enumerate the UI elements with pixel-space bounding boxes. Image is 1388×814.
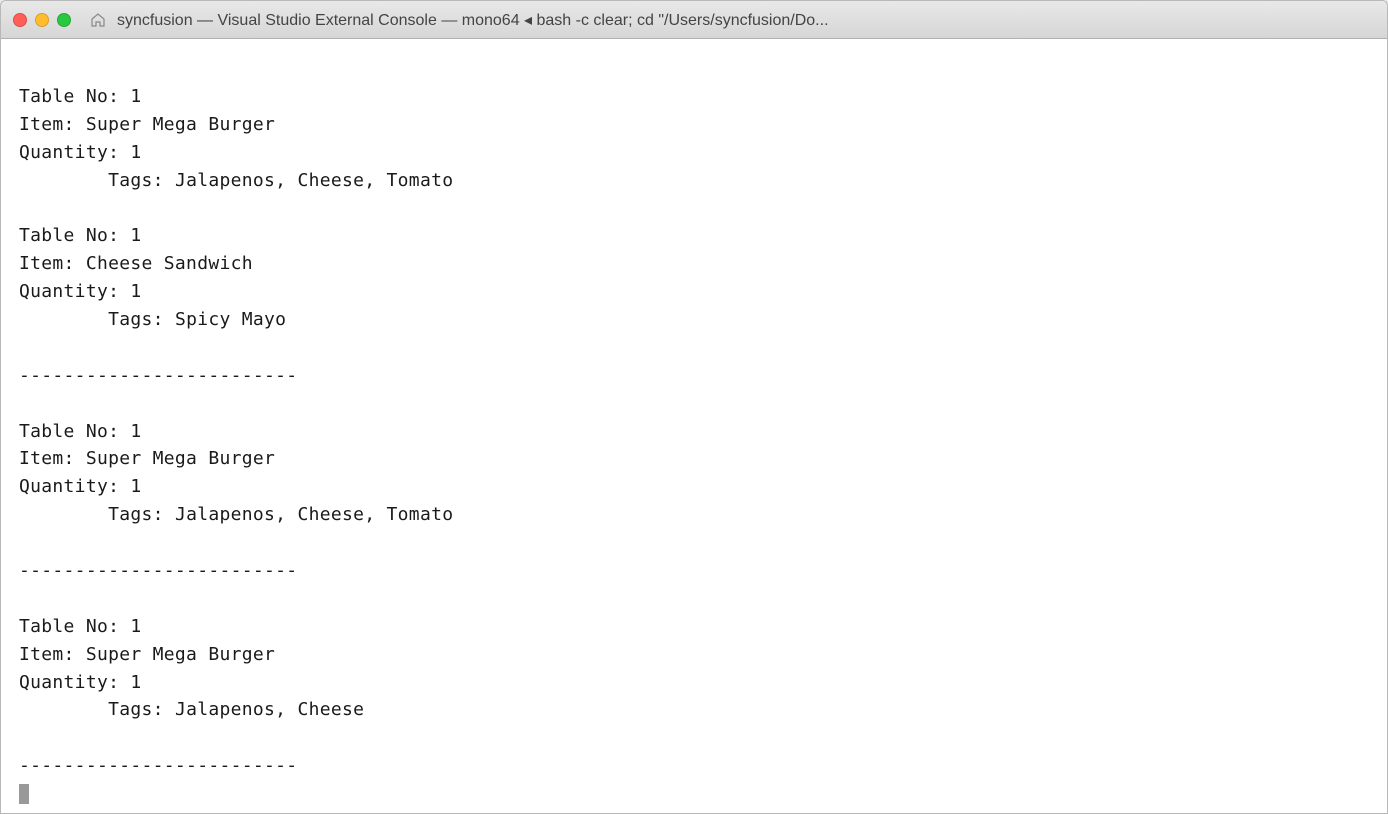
item-label: Item: — [19, 644, 86, 665]
close-button[interactable] — [13, 13, 27, 27]
output-line: Table No: 1 — [19, 613, 1369, 641]
quantity-label: Quantity: — [19, 672, 130, 693]
tags-indent — [19, 170, 108, 191]
terminal-window: syncfusion — Visual Studio External Cons… — [0, 0, 1388, 814]
output-line: Tags: Spicy Mayo — [19, 306, 1369, 334]
table-no-value: 1 — [130, 225, 141, 246]
table-no-value: 1 — [130, 421, 141, 442]
output-line: Item: Cheese Sandwich — [19, 250, 1369, 278]
output-line — [19, 724, 1369, 752]
separator-line: ------------------------- — [19, 752, 1369, 780]
maximize-button[interactable] — [57, 13, 71, 27]
item-label: Item: — [19, 253, 86, 274]
output-line: Table No: 1 — [19, 222, 1369, 250]
table-no-value: 1 — [130, 86, 141, 107]
tags-indent — [19, 504, 108, 525]
window-title: syncfusion — Visual Studio External Cons… — [117, 10, 1375, 30]
tags-value: Jalapenos, Cheese, Tomato — [175, 504, 453, 525]
cursor-line — [19, 780, 1369, 808]
output-line: Quantity: 1 — [19, 278, 1369, 306]
quantity-value: 1 — [130, 476, 141, 497]
output-line: Item: Super Mega Burger — [19, 641, 1369, 669]
output-line — [19, 194, 1369, 222]
quantity-label: Quantity: — [19, 142, 130, 163]
home-icon — [89, 11, 107, 29]
output-line: Tags: Jalapenos, Cheese, Tomato — [19, 167, 1369, 195]
item-value: Super Mega Burger — [86, 644, 275, 665]
table-no-label: Table No: — [19, 421, 130, 442]
item-value: Super Mega Burger — [86, 448, 275, 469]
output-line — [19, 55, 1369, 83]
window-titlebar[interactable]: syncfusion — Visual Studio External Cons… — [1, 1, 1387, 39]
quantity-value: 1 — [130, 142, 141, 163]
output-line: Tags: Jalapenos, Cheese — [19, 696, 1369, 724]
tags-value: Spicy Mayo — [175, 309, 286, 330]
quantity-value: 1 — [130, 672, 141, 693]
terminal-cursor — [19, 784, 29, 804]
terminal-output[interactable]: Table No: 1 Item: Super Mega Burger Quan… — [1, 39, 1387, 813]
tags-value: Jalapenos, Cheese, Tomato — [175, 170, 453, 191]
output-line: Item: Super Mega Burger — [19, 111, 1369, 139]
item-label: Item: — [19, 114, 86, 135]
quantity-label: Quantity: — [19, 476, 130, 497]
tags-value: Jalapenos, Cheese — [175, 699, 364, 720]
output-line: Item: Super Mega Burger — [19, 445, 1369, 473]
item-label: Item: — [19, 448, 86, 469]
tags-indent — [19, 309, 108, 330]
output-line: Tags: Jalapenos, Cheese, Tomato — [19, 501, 1369, 529]
table-no-label: Table No: — [19, 225, 130, 246]
output-line — [19, 585, 1369, 613]
output-line — [19, 334, 1369, 362]
output-line — [19, 390, 1369, 418]
table-no-label: Table No: — [19, 616, 130, 637]
output-line: Quantity: 1 — [19, 669, 1369, 697]
item-value: Cheese Sandwich — [86, 253, 253, 274]
tags-label: Tags: — [108, 309, 175, 330]
tags-label: Tags: — [108, 504, 175, 525]
output-line: Table No: 1 — [19, 418, 1369, 446]
quantity-value: 1 — [130, 281, 141, 302]
output-line: Quantity: 1 — [19, 473, 1369, 501]
table-no-label: Table No: — [19, 86, 130, 107]
item-value: Super Mega Burger — [86, 114, 275, 135]
quantity-label: Quantity: — [19, 281, 130, 302]
tags-indent — [19, 699, 108, 720]
output-line: Quantity: 1 — [19, 139, 1369, 167]
tags-label: Tags: — [108, 170, 175, 191]
separator-line: ------------------------- — [19, 362, 1369, 390]
separator-line: ------------------------- — [19, 557, 1369, 585]
minimize-button[interactable] — [35, 13, 49, 27]
output-line: Table No: 1 — [19, 83, 1369, 111]
output-line — [19, 529, 1369, 557]
tags-label: Tags: — [108, 699, 175, 720]
traffic-lights — [13, 13, 71, 27]
table-no-value: 1 — [130, 616, 141, 637]
